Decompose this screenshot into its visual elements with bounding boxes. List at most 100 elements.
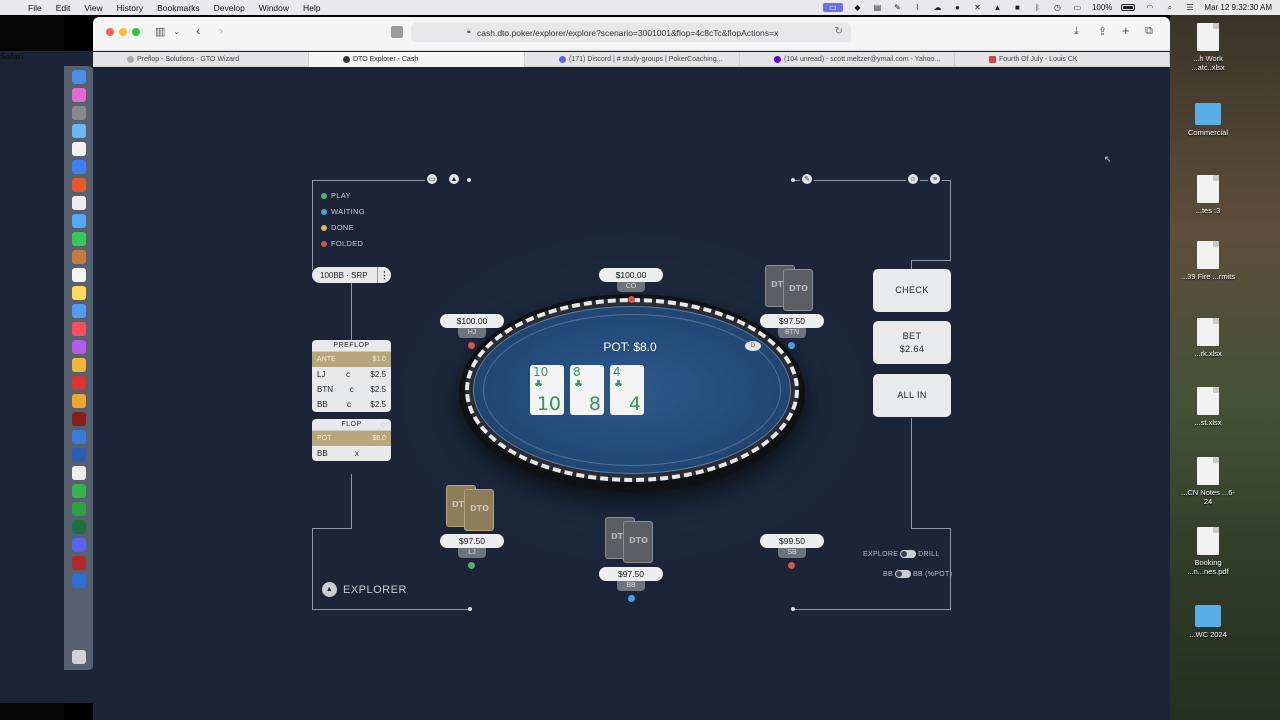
- dock-calendar-icon[interactable]: [72, 268, 86, 282]
- pen-icon[interactable]: ✎: [892, 3, 903, 12]
- dock-app-icon[interactable]: [72, 376, 86, 390]
- action-row[interactable]: BB x: [312, 446, 391, 461]
- tab-youtube[interactable]: Fourth Of July - Louis CK: [955, 52, 1170, 67]
- menu-history[interactable]: History: [117, 3, 143, 13]
- seat-lj-stack[interactable]: $97.50: [440, 534, 504, 548]
- dock-settings-icon[interactable]: [72, 106, 86, 120]
- dock-app-icon[interactable]: [72, 484, 86, 498]
- action-row[interactable]: LJ c $2.5: [312, 367, 391, 382]
- bet-button[interactable]: BET $2.64: [873, 321, 951, 364]
- back-icon[interactable]: ‹: [196, 23, 200, 38]
- dock-app-icon[interactable]: [72, 556, 86, 570]
- keyboard-icon[interactable]: ▭: [1072, 3, 1083, 12]
- user-icon[interactable]: ☺: [906, 172, 920, 186]
- dock-app-icon[interactable]: [72, 412, 86, 426]
- menu-help[interactable]: Help: [303, 3, 320, 13]
- app-switcher-icon[interactable]: ▤: [872, 3, 883, 12]
- seat-sb-stack[interactable]: $99.50: [760, 534, 824, 548]
- dock-finder-icon[interactable]: [72, 70, 86, 84]
- action-row[interactable]: BB c $2.5: [312, 397, 391, 412]
- desktop-file[interactable]: ...h Work ...atc..xlsx: [1178, 23, 1238, 72]
- menu-file[interactable]: File: [28, 3, 42, 13]
- dock-discord-icon[interactable]: [72, 538, 86, 552]
- app-icon[interactable]: ■: [1012, 3, 1023, 12]
- screen-share-icon[interactable]: ▭: [822, 3, 843, 12]
- bluetooth-icon[interactable]: ᛒ: [1032, 3, 1043, 12]
- more-options-icon[interactable]: ⋮: [377, 267, 391, 283]
- all-in-button[interactable]: ALL IN: [873, 374, 951, 417]
- maximize-window-button[interactable]: [132, 28, 140, 36]
- stack-depth-selector[interactable]: 100BB · SRP ⋮: [312, 267, 391, 283]
- seat-bb-stack[interactable]: $97.50: [599, 567, 663, 581]
- dock-safari-icon[interactable]: [72, 124, 86, 138]
- desktop-file[interactable]: Booking ...n...nes.pdf: [1178, 527, 1238, 576]
- dock-app-icon[interactable]: [72, 502, 86, 516]
- seat-btn-stack[interactable]: $97.50: [760, 314, 824, 328]
- minimize-window-button[interactable]: [119, 28, 127, 36]
- check-button[interactable]: CHECK: [873, 269, 951, 312]
- tab-overview-icon[interactable]: ⧉: [1145, 25, 1153, 38]
- dock-music-icon[interactable]: [72, 322, 86, 336]
- tab-discord[interactable]: (171) Discord | # study-groups | PokerCo…: [525, 52, 740, 67]
- tool-icon[interactable]: ✕: [972, 3, 983, 12]
- address-bar[interactable]: 🔒︎ cash.dto.poker/explorer/explore?scena…: [411, 23, 851, 42]
- menu-edit[interactable]: Edit: [56, 3, 71, 13]
- download-icon[interactable]: ⤓: [1074, 25, 1079, 38]
- desktop-file[interactable]: ...rk.xlsx: [1178, 318, 1238, 358]
- wifi-icon[interactable]: ◠: [1144, 3, 1155, 12]
- dropbox-icon[interactable]: ◆: [852, 3, 863, 12]
- drive-icon[interactable]: ▲: [992, 3, 1003, 12]
- dock-word-icon[interactable]: [72, 448, 86, 462]
- grammarly-icon[interactable]: ●: [952, 3, 963, 12]
- chevron-down-icon[interactable]: ⌄: [173, 27, 180, 36]
- flask-icon[interactable]: ⌇: [912, 3, 923, 12]
- menubar-clock[interactable]: Mar 12 9:32:30 AM: [1204, 3, 1272, 12]
- dock-app-icon[interactable]: [72, 394, 86, 408]
- dock-app-icon[interactable]: [72, 466, 86, 480]
- dock-app-icon[interactable]: [72, 142, 86, 156]
- drop-icon[interactable]: ▲: [447, 172, 461, 186]
- seat-co-stack[interactable]: $100.00: [599, 268, 663, 282]
- video-icon[interactable]: ▭: [425, 172, 439, 186]
- dock-podcasts-icon[interactable]: [72, 340, 86, 354]
- sidebar-icon[interactable]: ▥: [155, 25, 165, 38]
- site-settings-icon[interactable]: [391, 26, 403, 38]
- close-window-button[interactable]: [106, 28, 114, 36]
- tab-dto-explorer[interactable]: DTO Explorer - Cash: [309, 52, 525, 67]
- new-tab-icon[interactable]: +: [1122, 23, 1130, 38]
- clock-icon[interactable]: ◷: [1052, 3, 1063, 12]
- dock-photos-icon[interactable]: [72, 358, 86, 372]
- dock-app-icon[interactable]: [72, 430, 86, 444]
- dock-app-icon[interactable]: [72, 250, 86, 264]
- menu-bookmarks[interactable]: Bookmarks: [157, 3, 200, 13]
- dock-facetime-icon[interactable]: [72, 232, 86, 246]
- menu-develop[interactable]: Develop: [214, 3, 245, 13]
- dock-maps-icon[interactable]: [72, 304, 86, 318]
- refresh-icon[interactable]: ◌: [381, 420, 386, 429]
- desktop-file[interactable]: ...39 Fire ...rmits: [1178, 241, 1238, 281]
- desktop-file[interactable]: ...CN Notes ...6-24: [1178, 457, 1238, 506]
- cart-icon[interactable]: ≡: [928, 172, 942, 186]
- bb-unit-toggle[interactable]: [894, 570, 911, 578]
- dock-appstore-icon[interactable]: [72, 160, 86, 174]
- battery-icon[interactable]: [1121, 4, 1136, 11]
- dock-firefox-icon[interactable]: [72, 178, 86, 192]
- tab-gto-wizard[interactable]: Preflop - Solutions - GTO Wizard: [93, 52, 309, 67]
- dock-mail-icon[interactable]: [72, 214, 86, 228]
- seat-hj-stack[interactable]: $100.00: [440, 314, 504, 328]
- tab-yahoo-mail[interactable]: (104 unread) - scott.meltzer@ymail.com -…: [740, 52, 955, 67]
- search-icon[interactable]: ⌕: [1164, 3, 1175, 12]
- desktop-file[interactable]: ...st.xlsx: [1178, 387, 1238, 427]
- menu-window[interactable]: Window: [259, 3, 289, 13]
- menu-view[interactable]: View: [84, 3, 102, 13]
- dock-app-icon[interactable]: [72, 574, 86, 588]
- desktop-folder[interactable]: ...WC 2024: [1178, 605, 1238, 639]
- dock-chrome-icon[interactable]: [72, 196, 86, 210]
- desktop-file[interactable]: ...tes :3: [1178, 175, 1238, 215]
- cloud-icon[interactable]: ☁: [932, 3, 943, 12]
- reload-icon[interactable]: ↻: [835, 26, 843, 37]
- dock-trash-icon[interactable]: [72, 650, 86, 664]
- notes-icon[interactable]: ✎: [800, 172, 814, 186]
- dock-launchpad-icon[interactable]: [72, 88, 86, 102]
- desktop-folder[interactable]: Commercial: [1178, 103, 1238, 137]
